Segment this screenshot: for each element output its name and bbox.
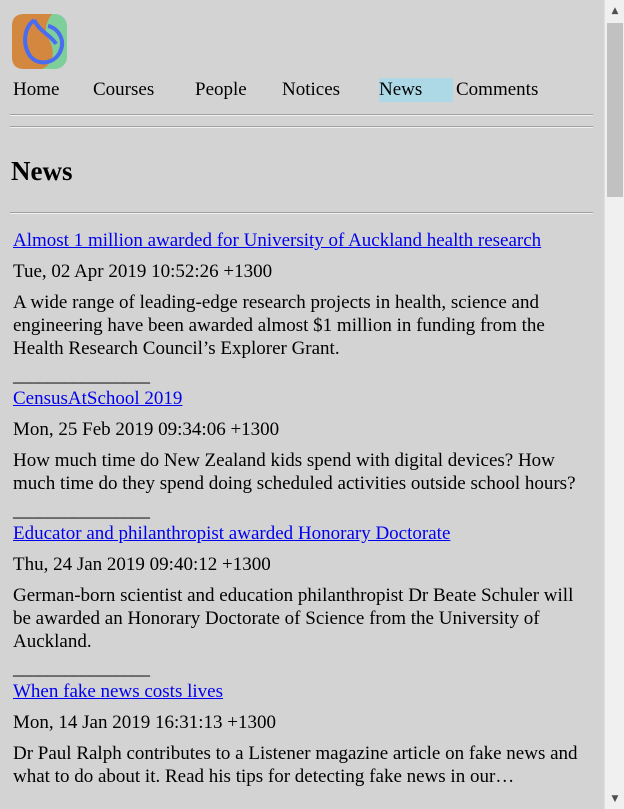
nav-courses[interactable]: Courses	[93, 78, 154, 102]
nav-notices[interactable]: Notices	[282, 78, 340, 102]
title-divider	[10, 212, 593, 214]
news-date: Thu, 24 Jan 2019 09:40:12 +1300	[13, 554, 271, 575]
page-title: News	[11, 156, 73, 186]
news-date: Mon, 14 Jan 2019 16:31:13 +1300	[13, 712, 276, 733]
news-separator: ________________	[13, 500, 150, 521]
news-summary: A wide range of leading-edge research pr…	[13, 292, 545, 359]
page-content: Home Courses People Notices News Comment…	[0, 0, 603, 809]
news-item: Almost 1 million awarded for University …	[13, 229, 588, 387]
news-summary: Dr Paul Ralph contributes to a Listener …	[13, 743, 578, 787]
news-separator: ________________	[13, 658, 150, 679]
news-item: CensusAtSchool 2019 Mon, 25 Feb 2019 09:…	[13, 387, 588, 522]
nav-divider-top	[10, 114, 593, 116]
nav-divider-bottom	[10, 126, 593, 128]
news-title-link[interactable]: When fake news costs lives	[13, 680, 588, 704]
news-title-link[interactable]: CensusAtSchool 2019	[13, 387, 588, 411]
news-list: Almost 1 million awarded for University …	[13, 229, 588, 788]
news-date: Tue, 02 Apr 2019 10:52:26 +1300	[13, 261, 273, 282]
nav-people[interactable]: People	[195, 78, 247, 102]
news-date: Mon, 25 Feb 2019 09:34:06 +1300	[13, 419, 280, 440]
news-title-link[interactable]: Almost 1 million awarded for University …	[13, 229, 588, 253]
scroll-down-arrow-icon[interactable]: ▼	[605, 789, 624, 809]
scrollbar-thumb[interactable]	[607, 23, 623, 197]
news-separator: ________________	[13, 365, 150, 386]
scroll-up-arrow-icon[interactable]: ▲	[605, 1, 624, 21]
vertical-scrollbar[interactable]: ▲ ▼	[604, 0, 624, 809]
nav-comments[interactable]: Comments	[456, 78, 538, 102]
news-item: Educator and philanthropist awarded Hono…	[13, 522, 588, 680]
site-logo-icon[interactable]	[12, 14, 67, 69]
nav-news[interactable]: News	[379, 78, 453, 102]
news-summary: German-born scientist and education phil…	[13, 585, 574, 652]
nav-home[interactable]: Home	[13, 78, 59, 102]
news-summary: How much time do New Zealand kids spend …	[13, 450, 576, 494]
news-item: When fake news costs lives Mon, 14 Jan 2…	[13, 680, 588, 788]
news-title-link[interactable]: Educator and philanthropist awarded Hono…	[13, 522, 588, 546]
